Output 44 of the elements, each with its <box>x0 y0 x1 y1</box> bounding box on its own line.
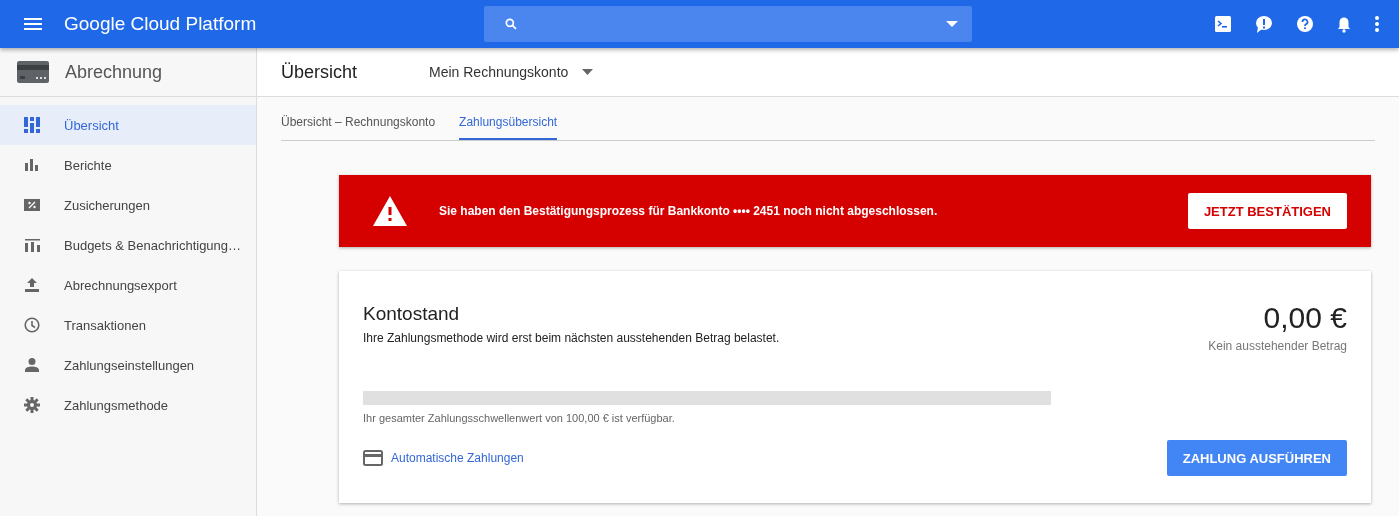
upload-icon <box>25 278 39 292</box>
balance-amount: 0,00 € <box>1262 301 1347 335</box>
auto-payments-link[interactable]: Automatische Zahlungen <box>363 450 524 466</box>
terminal-icon[interactable] <box>1215 16 1231 32</box>
page-title: Übersicht <box>281 61 359 83</box>
nav-item[interactable]: Transaktionen <box>0 305 256 345</box>
account-selector[interactable]: Mein Rechnungskonto <box>429 64 594 80</box>
bell-icon[interactable] <box>1337 15 1351 33</box>
menu-icon[interactable] <box>24 18 42 30</box>
nav-item[interactable]: Zahlungseinstellungen <box>0 345 256 385</box>
clock-icon <box>24 317 40 333</box>
nav-item[interactable]: Zusicherungen <box>0 185 256 225</box>
help-icon[interactable] <box>1297 16 1313 32</box>
search-field[interactable] <box>484 6 972 42</box>
gear-icon <box>24 397 40 413</box>
section-title: Abrechnung <box>65 61 163 83</box>
balance-caption: Kein ausstehender Betrag <box>1208 339 1347 353</box>
percent-tag-icon <box>24 199 40 211</box>
more-vertical-icon[interactable] <box>1375 16 1379 32</box>
nav-item[interactable]: Budgets & Benachrichtigung… <box>0 225 256 265</box>
nav-item[interactable]: Zahlungsmethode <box>0 385 256 425</box>
tab[interactable]: Übersicht – Rechnungskonto <box>281 115 436 140</box>
threshold-text: Ihr gesamter Zahlungsschwellenwert von 100,00 € ist verfügbar. <box>363 412 676 424</box>
alert-message: Sie haben den Bestätigungsprozess für Bankkonto •••• 2451 noch nicht abgeschlossen. <box>439 204 938 218</box>
feedback-icon[interactable] <box>1255 15 1273 33</box>
tab[interactable]: Zahlungsübersicht <box>459 115 558 140</box>
dropdown-caret-icon[interactable] <box>946 21 958 27</box>
credit-card-icon <box>17 61 49 83</box>
card-title: Kontostand <box>363 303 461 325</box>
warning-icon <box>373 196 407 226</box>
dashboard-icon <box>24 117 40 133</box>
search-icon <box>504 17 518 31</box>
budget-chart-icon <box>24 238 40 252</box>
credit-card-icon <box>363 450 383 466</box>
app-title: Google Cloud Platform <box>64 13 258 35</box>
caret-icon <box>582 69 594 75</box>
nav-item[interactable]: Übersicht <box>0 105 256 145</box>
nav-item[interactable]: Abrechnungsexport <box>0 265 256 305</box>
card-subtitle: Ihre Zahlungsmethode wird erst beim nächsten ausstehenden Betrag belastet. <box>363 331 780 345</box>
nav-item[interactable]: Berichte <box>0 145 256 185</box>
pay-button[interactable]: ZAHLUNG AUSFÜHREN <box>1166 440 1347 476</box>
person-icon <box>25 358 39 372</box>
bar-chart-icon <box>25 159 39 171</box>
confirm-button[interactable]: JETZT BESTÄTIGEN <box>1187 193 1347 229</box>
